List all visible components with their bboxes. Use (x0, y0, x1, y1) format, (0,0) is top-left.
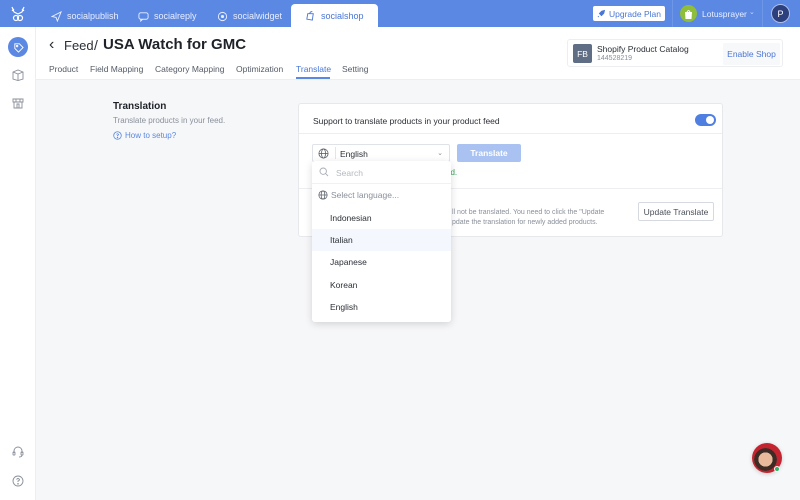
dropdown-placeholder-option[interactable]: Select language... (318, 190, 399, 200)
app-tab-socialpublish[interactable]: socialpublish (51, 5, 119, 27)
deer-logo-icon[interactable] (9, 5, 27, 23)
language-option-korean[interactable]: Korean (312, 274, 451, 296)
app-tab-socialreply[interactable]: socialreply (138, 5, 197, 27)
placeholder-label: Select language... (331, 190, 400, 200)
tag-icon (13, 42, 24, 53)
tab-optimization[interactable]: Optimization (236, 64, 283, 74)
language-select[interactable]: English ⌄ (312, 144, 450, 162)
online-status-dot (774, 466, 780, 472)
shop-name[interactable]: Lotusprayer (702, 9, 747, 19)
language-option-italian[interactable]: Italian (312, 229, 451, 251)
app-tab-socialwidget[interactable]: socialwidget (217, 5, 282, 27)
sidebar-item-products[interactable] (8, 65, 28, 85)
how-to-setup-link[interactable]: How to setup? (113, 131, 176, 140)
catalog-name: Shopify Product Catalog (597, 44, 689, 54)
dropdown-search (312, 161, 451, 184)
update-translate-button[interactable]: Update Translate (638, 202, 714, 221)
language-option-japanese[interactable]: Japanese (312, 251, 451, 273)
chevron-down-icon[interactable]: ⌄ (749, 8, 755, 16)
help-icon (12, 475, 24, 487)
shopping-bag-icon (306, 11, 314, 21)
how-to-setup-label: How to setup? (125, 131, 177, 140)
tab-field-mapping[interactable]: Field Mapping (90, 64, 143, 74)
chat-icon (138, 11, 149, 22)
app-tab-socialshop[interactable]: socialshop (291, 4, 378, 27)
tab-setting[interactable]: Setting (342, 64, 368, 74)
active-tab-indicator (296, 77, 330, 79)
sidebar-item-store[interactable] (8, 93, 28, 113)
language-option-english[interactable]: English (312, 296, 451, 318)
app-tab-label: socialwidget (233, 11, 283, 21)
translate-button[interactable]: Translate (457, 144, 521, 162)
headset-icon (12, 446, 24, 458)
update-description: ll not be translated. You need to click … (452, 208, 772, 228)
shopify-icon[interactable] (680, 5, 697, 22)
sidebar-item-feeds[interactable] (8, 37, 28, 57)
support-translate-label: Support to translate products in your pr… (313, 116, 500, 126)
back-arrow-icon[interactable]: ‹ (49, 36, 54, 54)
update-description-line: pdate the translation for newly added pr… (452, 219, 598, 226)
catalog-badge: FB (573, 44, 592, 63)
breadcrumb-separator: / (94, 37, 98, 53)
tab-product[interactable]: Product (49, 64, 78, 74)
catalog-card: FB Shopify Product Catalog 144528219 Ena… (567, 39, 783, 67)
question-circle-icon (113, 131, 122, 140)
app-tab-label: socialpublish (67, 11, 119, 21)
app-tab-label: socialreply (154, 11, 197, 21)
box-icon (12, 69, 24, 81)
divider (335, 147, 336, 159)
app-tab-label: socialshop (321, 10, 364, 21)
sidebar (0, 27, 36, 500)
globe-icon (318, 190, 328, 200)
tab-category-mapping[interactable]: Category Mapping (155, 64, 224, 74)
selected-language: English (340, 148, 368, 159)
section-description: Translate products in your feed. (113, 116, 226, 125)
catalog-id: 144528219 (597, 55, 633, 62)
widget-icon (217, 11, 228, 21)
sidebar-item-help[interactable] (8, 471, 28, 491)
page-title: USA Watch for GMC (103, 36, 247, 53)
search-icon (319, 167, 329, 177)
update-description-line: ll not be translated. You need to click … (452, 209, 605, 216)
section-title: Translation (113, 101, 167, 112)
rocket-icon (597, 9, 606, 18)
language-dropdown: Select language... Indonesian Italian Ja… (312, 161, 451, 322)
sidebar-item-support[interactable] (8, 442, 28, 462)
upgrade-plan-label: Upgrade Plan (609, 8, 661, 19)
paper-plane-icon (51, 10, 62, 22)
breadcrumb-feed-link[interactable]: Feed (64, 38, 94, 53)
store-icon (12, 98, 24, 109)
divider (672, 0, 673, 27)
upgrade-plan-button[interactable]: Upgrade Plan (593, 6, 665, 21)
user-avatar[interactable]: P (771, 4, 790, 23)
enable-shop-button[interactable]: Enable Shop (723, 43, 780, 65)
chevron-down-icon: ⌄ (437, 150, 443, 157)
support-row: Support to translate products in your pr… (299, 104, 722, 134)
tab-translate[interactable]: Translate (296, 64, 331, 74)
divider (762, 0, 763, 27)
globe-icon (318, 148, 329, 159)
language-search-input[interactable] (336, 165, 444, 180)
top-navigation-bar: socialpublish socialreply socialwidget s… (0, 0, 800, 27)
translate-toggle[interactable] (695, 114, 716, 126)
language-option-indonesian[interactable]: Indonesian (312, 207, 451, 229)
